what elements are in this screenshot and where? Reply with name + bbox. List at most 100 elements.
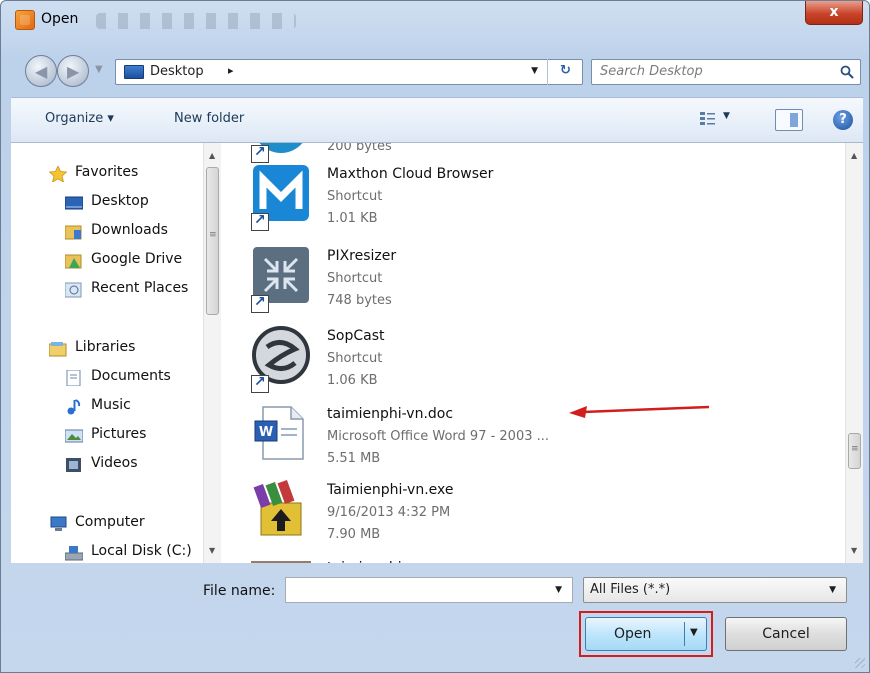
resize-grip[interactable] — [855, 658, 865, 668]
file-name: PIXresizer — [327, 248, 397, 264]
scrollbar-thumb[interactable] — [848, 433, 861, 469]
file-list: 200 bytes Maxthon Cloud Browser Shortcut… — [227, 143, 845, 563]
back-button[interactable]: ◀ — [25, 55, 57, 87]
videos-icon — [66, 458, 81, 472]
file-item[interactable]: 200 bytes — [251, 143, 691, 165]
search-input[interactable]: Search Desktop — [600, 64, 703, 79]
file-type-filter[interactable]: All Files (*.*) ▼ — [583, 577, 847, 603]
file-size: 7.90 MB — [327, 527, 381, 542]
documents-icon — [66, 370, 81, 386]
file-name-input[interactable] — [290, 579, 540, 601]
file-name-dropdown-icon[interactable]: ▼ — [555, 585, 562, 595]
file-name-label: File name: — [203, 583, 276, 599]
scroll-up-icon[interactable]: ▲ — [209, 151, 215, 160]
open-dropdown-icon[interactable]: ▼ — [690, 627, 698, 638]
search-box[interactable]: Search Desktop — [591, 59, 861, 85]
nav-label: Libraries — [75, 339, 136, 355]
local-disk-icon — [65, 546, 83, 561]
file-item-sopcast[interactable]: SopCast Shortcut 1.06 KB — [251, 325, 691, 395]
help-button[interactable]: ? — [833, 110, 853, 130]
shortcut-overlay-icon — [251, 294, 269, 313]
cancel-button[interactable]: Cancel — [725, 617, 847, 651]
svg-text:W: W — [259, 425, 273, 440]
nav-label: Music — [91, 397, 131, 413]
file-type: Shortcut — [327, 189, 383, 204]
file-name: SopCast — [327, 328, 385, 344]
app-icon — [15, 10, 35, 30]
file-name-field[interactable]: ▼ — [285, 577, 573, 603]
filter-dropdown-icon[interactable]: ▼ — [829, 585, 836, 595]
file-name: taimienphi-vn — [327, 560, 423, 563]
command-bar: Organize ▾ New folder ▼ ? — [11, 97, 863, 143]
view-options-icon[interactable] — [699, 110, 717, 128]
breadcrumb-chevron-icon[interactable]: ▸ — [228, 64, 234, 77]
address-dropdown-icon[interactable]: ▼ — [531, 66, 538, 76]
file-size: 1.06 KB — [327, 373, 378, 388]
back-arrow-icon: ◀ — [35, 62, 48, 81]
file-name: Taimienphi-vn.exe — [327, 482, 454, 498]
file-date: 9/16/2013 4:32 PM — [327, 505, 451, 520]
nav-label: Desktop — [91, 193, 149, 209]
preview-pane-button[interactable] — [775, 109, 803, 131]
scroll-up-icon[interactable]: ▲ — [851, 151, 857, 160]
address-bar[interactable]: Desktop ▸ ▼ — [115, 59, 583, 85]
organize-button[interactable]: Organize ▾ — [45, 111, 114, 126]
history-navigation: ◀ ▶ ▼ — [25, 51, 113, 91]
nav-label: Videos — [91, 455, 138, 471]
music-icon — [67, 399, 81, 415]
file-name: Maxthon Cloud Browser — [327, 166, 494, 182]
scroll-down-icon[interactable]: ▼ — [851, 546, 857, 555]
scrollbar-thumb[interactable] — [206, 167, 219, 315]
file-list-scrollbar[interactable]: ▲ ▼ — [845, 143, 863, 563]
nav-label: Favorites — [75, 164, 139, 180]
desktop-icon — [65, 196, 83, 210]
filter-value: All Files (*.*) — [590, 582, 671, 597]
nav-label: Computer — [75, 514, 145, 530]
nav-label: Local Disk (C:) — [91, 543, 192, 559]
dialog-title: Open — [41, 11, 79, 27]
address-location[interactable]: Desktop — [150, 64, 204, 79]
shortcut-overlay-icon — [251, 212, 269, 231]
title-bar[interactable]: Open x — [1, 1, 869, 41]
file-item-pixresizer[interactable]: PIXresizer Shortcut 748 bytes — [251, 245, 691, 315]
star-icon — [49, 166, 67, 182]
file-icon — [251, 561, 311, 563]
navigation-pane: Favorites Desktop Downloads Google Drive… — [11, 143, 225, 563]
file-type: Microsoft Office Word 97 - 2003 ... — [327, 429, 550, 444]
file-item-maxthon[interactable]: Maxthon Cloud Browser Shortcut 1.01 KB — [251, 163, 691, 233]
recent-locations-dropdown[interactable]: ▼ — [95, 64, 103, 75]
content-area: Favorites Desktop Downloads Google Drive… — [11, 143, 863, 563]
file-type: Shortcut — [327, 351, 383, 366]
nav-label: Downloads — [91, 222, 168, 238]
open-button-label: Open — [614, 626, 652, 642]
libraries-icon — [49, 342, 67, 357]
file-item-taimienphi-exe[interactable]: Taimienphi-vn.exe 9/16/2013 4:32 PM 7.90… — [251, 479, 691, 549]
navigation-scrollbar[interactable]: ▲ ▼ — [203, 143, 221, 563]
computer-icon — [50, 516, 67, 531]
search-icon[interactable] — [840, 65, 854, 79]
desktop-icon — [124, 65, 144, 79]
file-size: 5.51 MB — [327, 451, 381, 466]
file-size: 200 bytes — [327, 143, 392, 154]
shortcut-overlay-icon — [251, 144, 269, 163]
view-dropdown-icon[interactable]: ▼ — [723, 111, 730, 121]
recent-places-icon — [65, 282, 82, 298]
nav-label: Pictures — [91, 426, 147, 442]
blurred-background-toolbar — [96, 13, 296, 29]
open-button[interactable]: Open ▼ — [585, 617, 707, 651]
close-button[interactable]: x — [805, 1, 863, 25]
refresh-button[interactable]: ↻ — [547, 59, 583, 85]
split-divider — [684, 622, 685, 646]
file-type: Shortcut — [327, 271, 383, 286]
file-item[interactable]: taimienphi-vn — [251, 557, 691, 563]
nav-label: Google Drive — [91, 251, 183, 267]
pictures-icon — [65, 429, 83, 443]
new-folder-button[interactable]: New folder — [174, 111, 244, 126]
word-doc-icon: W — [254, 406, 304, 460]
google-drive-icon — [65, 254, 82, 269]
winrar-exe-icon — [253, 479, 302, 536]
forward-button[interactable]: ▶ — [57, 55, 89, 87]
scroll-down-icon[interactable]: ▼ — [209, 546, 215, 555]
nav-label: Documents — [91, 368, 171, 384]
shortcut-overlay-icon — [251, 374, 269, 393]
